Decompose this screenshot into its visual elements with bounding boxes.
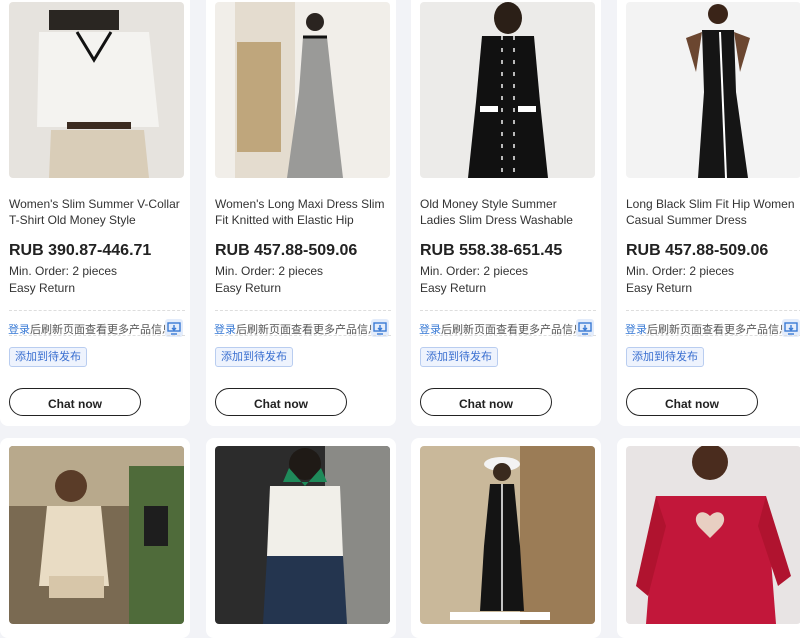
product-price: RUB 457.88-509.06 — [626, 242, 769, 259]
divider — [626, 310, 800, 311]
divider — [626, 335, 800, 336]
product-card[interactable]: Women's Long Maxi Dress Slim Fit Knitted… — [206, 0, 396, 426]
product-image[interactable] — [626, 446, 800, 624]
product-card[interactable]: Long Black Slim Fit Hip Women Casual Sum… — [617, 0, 800, 426]
add-to-pending-tag[interactable]: 添加到待发布 — [215, 347, 293, 367]
divider — [215, 310, 391, 311]
add-to-pending-tag[interactable]: 添加到待发布 — [9, 347, 87, 367]
product-image[interactable] — [420, 2, 595, 178]
chat-now-button[interactable]: Chat now — [215, 388, 347, 416]
easy-return: Easy Return — [9, 281, 76, 295]
divider — [420, 335, 596, 336]
product-price: RUB 390.87-446.71 — [9, 242, 152, 259]
min-order: Min. Order: 2 pieces — [9, 264, 118, 278]
product-image[interactable] — [215, 2, 390, 178]
easy-return: Easy Return — [215, 281, 282, 295]
add-to-pending-tag[interactable]: 添加到待发布 — [420, 347, 498, 367]
product-card[interactable] — [206, 438, 396, 638]
product-image[interactable] — [9, 446, 184, 624]
product-card[interactable]: Women's Slim Summer V-Collar T-Shirt Old… — [0, 0, 190, 426]
product-title[interactable]: Long Black Slim Fit Hip Women Casual Sum… — [626, 196, 798, 230]
chat-now-button[interactable]: Chat now — [626, 388, 758, 416]
min-order: Min. Order: 2 pieces — [420, 264, 529, 278]
product-price: RUB 457.88-509.06 — [215, 242, 358, 259]
product-price: RUB 558.38-651.45 — [420, 242, 563, 259]
easy-return: Easy Return — [626, 281, 693, 295]
product-image[interactable] — [420, 446, 595, 624]
product-title[interactable]: Women's Slim Summer V-Collar T-Shirt Old… — [9, 196, 181, 230]
chat-now-button[interactable]: Chat now — [420, 388, 552, 416]
product-card[interactable] — [411, 438, 601, 638]
chat-now-button[interactable]: Chat now — [9, 388, 141, 416]
divider — [420, 310, 596, 311]
min-order: Min. Order: 2 pieces — [626, 264, 735, 278]
product-image[interactable] — [9, 2, 184, 178]
product-image[interactable] — [626, 2, 800, 178]
product-card[interactable] — [617, 438, 800, 638]
product-image[interactable] — [215, 446, 390, 624]
add-to-pending-tag[interactable]: 添加到待发布 — [626, 347, 704, 367]
product-title[interactable]: Women's Long Maxi Dress Slim Fit Knitted… — [215, 196, 387, 230]
product-card[interactable] — [0, 438, 190, 638]
easy-return: Easy Return — [420, 281, 487, 295]
divider — [9, 335, 185, 336]
divider — [215, 335, 391, 336]
product-card[interactable]: Old Money Style Summer Ladies Slim Dress… — [411, 0, 601, 426]
min-order: Min. Order: 2 pieces — [215, 264, 324, 278]
divider — [9, 310, 185, 311]
product-title[interactable]: Old Money Style Summer Ladies Slim Dress… — [420, 196, 592, 230]
